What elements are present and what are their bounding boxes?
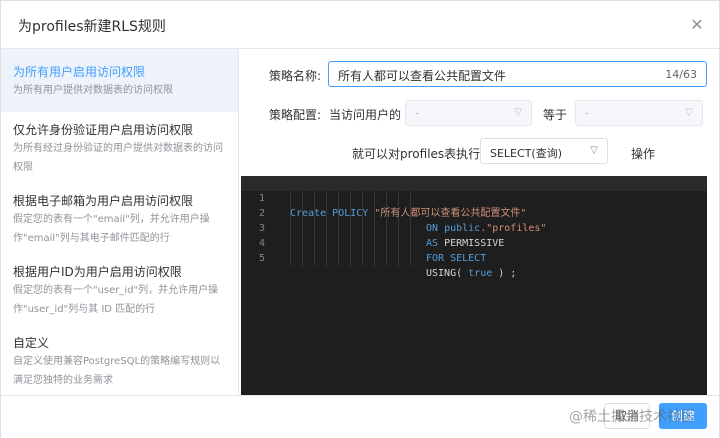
create-rls-dialog: 为profiles新建RLS规则 ✕ 为所有用户启用访问权限 为所有用户提供对数… <box>0 0 720 438</box>
code-line: 4 FOR SELECT <box>241 221 707 264</box>
cancel-button[interactable]: 取消 <box>604 403 650 429</box>
chevron-down-icon: ▽ <box>590 145 598 156</box>
code-line: 2 ON public."profiles" <box>241 191 707 234</box>
policy-name-value: 所有人都可以查看公共配置文件 <box>338 69 507 83</box>
dialog-header: 为profiles新建RLS规则 ✕ <box>1 1 719 49</box>
code-keyword: SELECT <box>450 253 487 264</box>
policy-name-input[interactable]: 所有人都可以查看公共配置文件 14/63 <box>328 61 707 87</box>
code-plain: USING( <box>426 268 463 279</box>
template-authenticated-users[interactable]: 仅允许身份验证用户启用访问权限 为所有经过身份验证的用户提供对数据表的访问权限 <box>1 121 238 183</box>
code-line: 1 Create POLICY "所有人都可以查看公共配置文件" <box>241 176 707 219</box>
code-plain: ) ; <box>498 268 517 279</box>
template-desc: 假定您的表有一个"user_id"列，并允许用户操作"user_id"列与其 I… <box>13 285 219 315</box>
operation-select[interactable]: SELECT(查询) ▽ <box>480 138 608 164</box>
template-desc: 自定义使用兼容PostgreSQL的策略编写规则以满足您独特的业务需求 <box>13 356 221 386</box>
template-desc: 为所有经过身份验证的用户提供对数据表的访问权限 <box>13 143 223 173</box>
template-desc: 为所有用户提供对数据表的访问权限 <box>13 85 173 96</box>
code-keyword: FOR <box>426 253 445 264</box>
sql-editor[interactable]: 1 Create POLICY "所有人都可以查看公共配置文件" 2 ON pu… <box>241 176 707 395</box>
template-custom[interactable]: 自定义 自定义使用兼容PostgreSQL的策略编写规则以满足您独特的业务需求 <box>1 334 238 394</box>
template-all-users[interactable]: 为所有用户启用访问权限 为所有用户提供对数据表的访问权限 <box>1 49 238 112</box>
code-line: 3 AS PERMISSIVE <box>241 206 707 249</box>
create-button[interactable]: 创建 <box>659 403 707 429</box>
code-text: FOR SELECT <box>426 251 486 266</box>
template-title: 自定义 <box>13 336 50 350</box>
template-title: 为所有用户启用访问权限 <box>13 65 146 79</box>
chevron-down-icon: ▽ <box>685 107 693 118</box>
template-desc: 假定您的表有一个"email"列，并允许用户操作"email"列与其电子邮件匹配… <box>13 214 210 244</box>
policy-template-list: 为所有用户启用访问权限 为所有用户提供对数据表的访问权限 仅允许身份验证用户启用… <box>1 49 239 395</box>
line-number: 5 <box>259 253 266 264</box>
dialog-title: 为profiles新建RLS规则 <box>18 19 166 35</box>
template-by-user-id[interactable]: 根据用户ID为用户启用访问权限 假定您的表有一个"user_id"列，并允许用户… <box>1 263 238 325</box>
compare-value: - <box>585 106 590 120</box>
compare-value-select[interactable]: - ▽ <box>575 100 703 126</box>
chevron-down-icon: ▽ <box>514 107 522 118</box>
policy-name-label: 策略名称: <box>269 69 322 83</box>
operation-value: SELECT(查询) <box>490 147 562 160</box>
template-title: 根据用户ID为用户启用访问权限 <box>13 265 182 279</box>
operation-label: 操作 <box>631 147 656 161</box>
code-text: USING( true ) ; <box>426 266 516 281</box>
template-title: 仅允许身份验证用户启用访问权限 <box>13 123 194 137</box>
when-user-label: 当访问用户的 <box>329 108 402 122</box>
user-attribute-select[interactable]: - ▽ <box>405 100 532 126</box>
close-icon[interactable]: ✕ <box>689 17 705 33</box>
user-attribute-value: - <box>415 106 420 120</box>
policy-name-count: 14/63 <box>665 68 697 81</box>
execute-label: 就可以对profiles表执行 <box>352 147 481 161</box>
template-title: 根据电子邮箱为用户启用访问权限 <box>13 194 194 208</box>
code-keyword: true <box>468 268 493 279</box>
equals-label: 等于 <box>543 108 568 122</box>
policy-config-label: 策略配置: <box>269 108 322 122</box>
template-by-email[interactable]: 根据电子邮箱为用户启用访问权限 假定您的表有一个"email"列，并允许用户操作… <box>1 192 238 254</box>
code-line: 5 USING( true ) ; <box>241 236 707 279</box>
